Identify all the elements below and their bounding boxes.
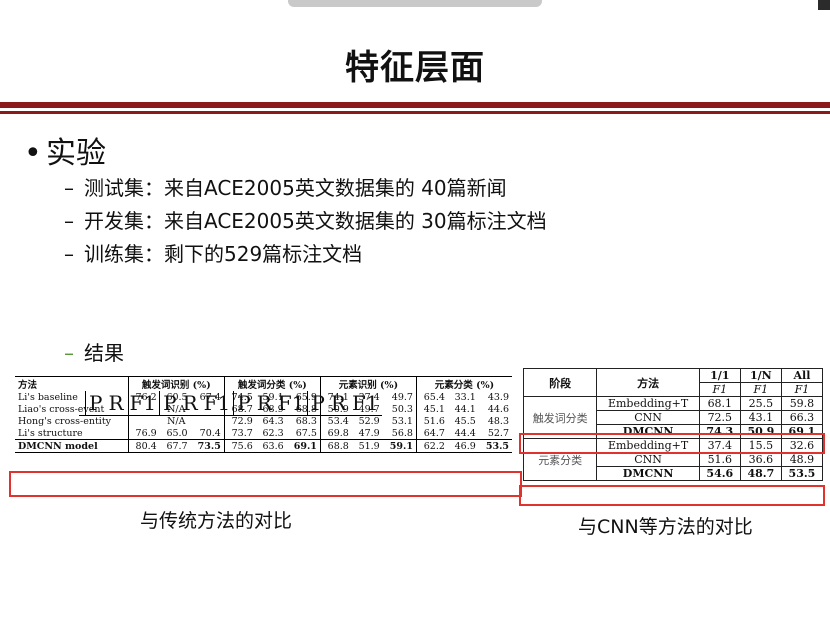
bullet-text: 实验 <box>46 136 106 171</box>
corner-mark <box>818 0 830 10</box>
table-row: Hong's cross-entity N/A 72.9 64.3 68.3 53.… <box>18 415 509 427</box>
highlight-box <box>519 433 825 454</box>
sub-item: – 训练集：剩下的529篇标注文档 <box>64 242 363 266</box>
bullet-dot-icon: • <box>24 136 42 171</box>
title-rule <box>0 102 830 108</box>
result-text: 结果 <box>84 341 124 365</box>
col-group: 元素识别 (%) <box>319 376 417 391</box>
table-header-row: 阶段 方法 1/1 1/N All <box>522 368 824 397</box>
title-rule-thin <box>0 111 830 114</box>
highlight-box <box>9 471 522 497</box>
slide-title: 特征层面 <box>345 48 485 88</box>
table-header-row: 方法 触发词识别 (%) 触发词分类 (%) 元素识别 (%) 元素分类 (%) <box>15 376 512 391</box>
table-row: Li's structure 76.9 65.0 70.4 73.7 62.3 67.5… <box>18 427 509 440</box>
top-tab <box>288 0 542 7</box>
caption-right: 与CNN等方法的对比 <box>578 516 753 538</box>
caption-left: 与传统方法的对比 <box>140 510 293 532</box>
comparison-table-cnn: 阶段 方法 1/1 1/N All F1 F1 F1 触发词分类 Embeddi… <box>522 368 824 481</box>
col-method: 方法 <box>15 376 129 391</box>
col-group: 元素分类 (%) <box>415 376 512 391</box>
sub-item: – 测试集：来自ACE2005英文数据集的 40篇新闻 <box>64 176 507 200</box>
table-row: 触发词分类 Embedding+T 68.1 25.5 59.8 <box>522 396 824 439</box>
table-row: DMCNN model 80.4 67.7 73.5 75.6 63.6 69.1 68… <box>15 439 512 453</box>
main-bullet: • 实验 <box>24 128 106 172</box>
highlight-box <box>519 485 825 506</box>
col-group: 触发词识别 (%) <box>127 376 225 391</box>
sub-item: – 开发集：来自ACE2005英文数据集的 30篇标注文档 <box>64 209 547 233</box>
comparison-table-traditional: 方法 触发词识别 (%) 触发词分类 (%) 元素识别 (%) 元素分类 (%)… <box>15 376 512 453</box>
sub-item-text: 训练集：剩下的529篇标注文档 <box>84 242 363 266</box>
table-subheader-row: P R F1 P R F1 P R F1 P R F1 <box>79 391 382 416</box>
sub-item-text: 测试集：来自ACE2005英文数据集的 40篇新闻 <box>84 176 507 200</box>
col-group: 触发词分类 (%) <box>223 376 321 391</box>
sub-item-text: 开发集：来自ACE2005英文数据集的 30篇标注文档 <box>84 209 547 233</box>
result-item: – 结果 <box>64 341 124 365</box>
